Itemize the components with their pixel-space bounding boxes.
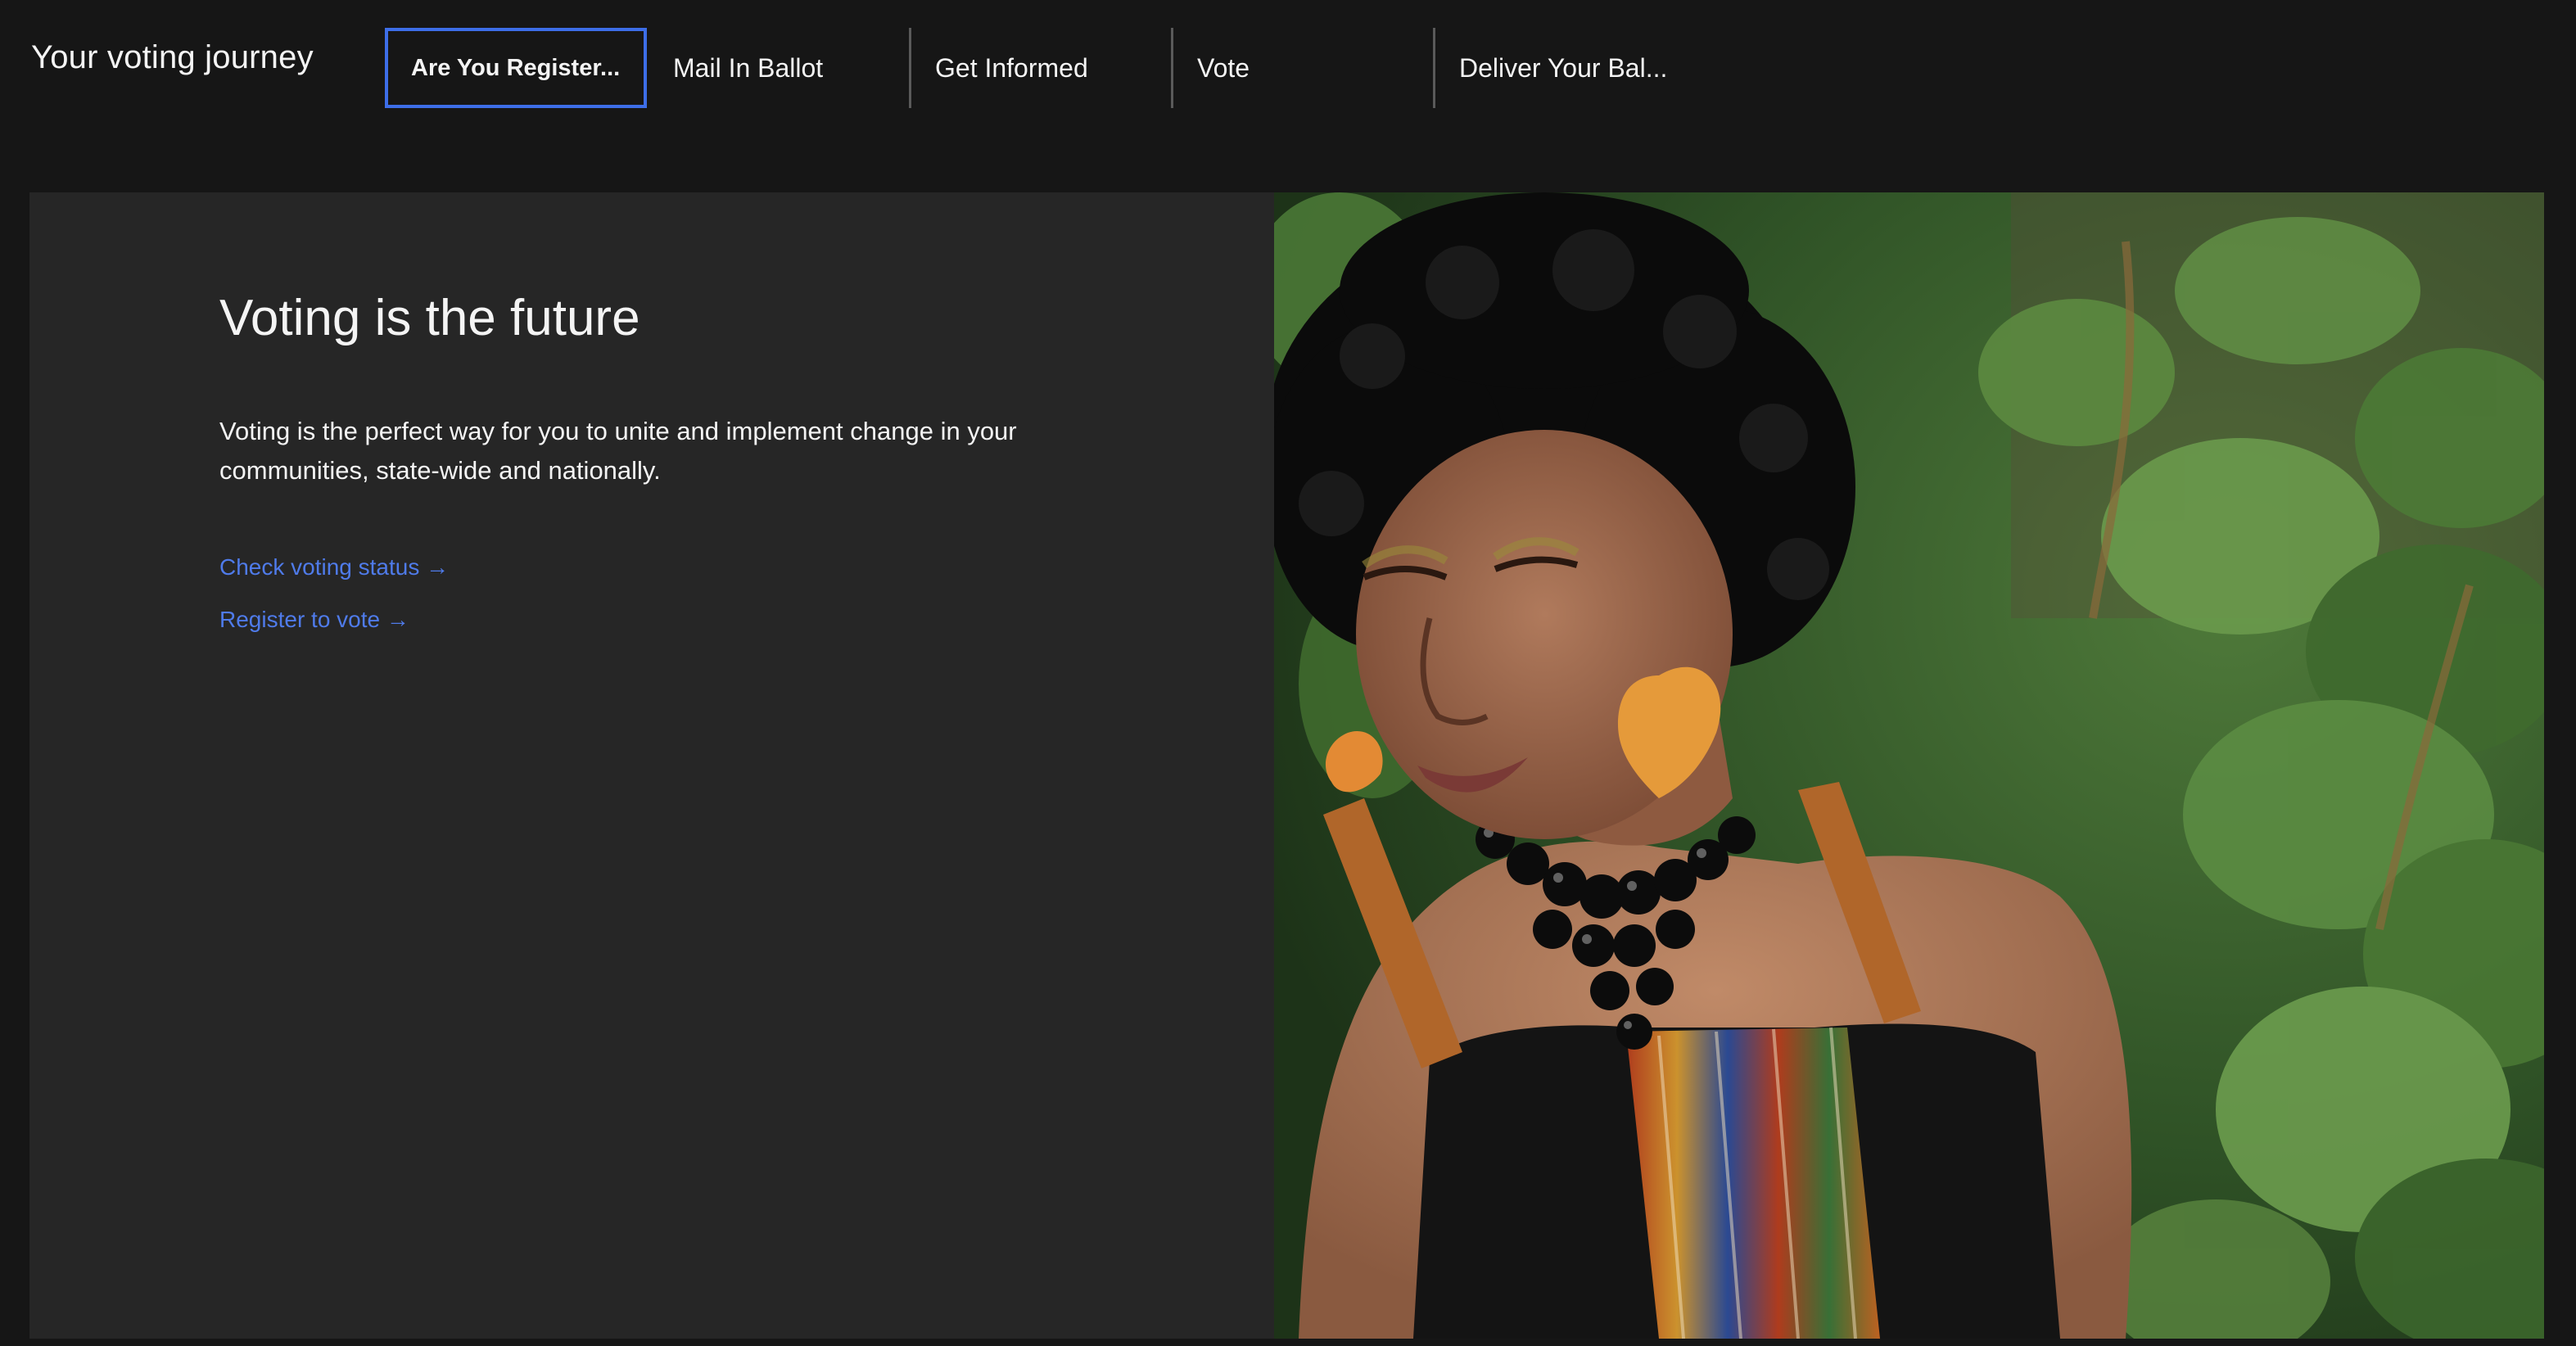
tab-divider	[909, 28, 911, 108]
body-text: Voting is the perfect way for you to uni…	[219, 417, 1017, 485]
check-voting-status-link[interactable]: Check voting status →	[219, 554, 449, 580]
tab-deliver-your-ballot[interactable]: Deliver Your Bal...	[1433, 28, 1695, 108]
page: Your voting journey Are You Register... …	[0, 0, 2576, 1346]
hero-photo-illustration	[1274, 192, 2544, 1339]
content-panel: Voting is the future Voting is the perfe…	[29, 192, 1274, 1339]
tab-get-informed[interactable]: Get Informed	[909, 28, 1171, 108]
hero-photo	[1274, 192, 2544, 1339]
progress-tabs: Are You Register... Mail In Ballot Get I…	[385, 28, 1695, 108]
tab-vote[interactable]: Vote	[1171, 28, 1433, 108]
tab-mail-in-ballot[interactable]: Mail In Ballot	[647, 28, 909, 108]
tab-are-you-registered[interactable]: Are You Register...	[385, 28, 647, 108]
headline: Voting is the future	[219, 290, 640, 346]
register-to-vote-link[interactable]: Register to vote →	[219, 607, 409, 633]
tab-label: Vote	[1197, 52, 1250, 83]
tab-label: Mail In Ballot	[673, 52, 824, 83]
tab-divider	[1171, 28, 1173, 108]
tab-label: Get Informed	[935, 52, 1088, 83]
tab-divider	[1433, 28, 1435, 108]
journey-title: Your voting journey	[31, 39, 314, 75]
tab-label: Deliver Your Bal...	[1459, 52, 1668, 83]
